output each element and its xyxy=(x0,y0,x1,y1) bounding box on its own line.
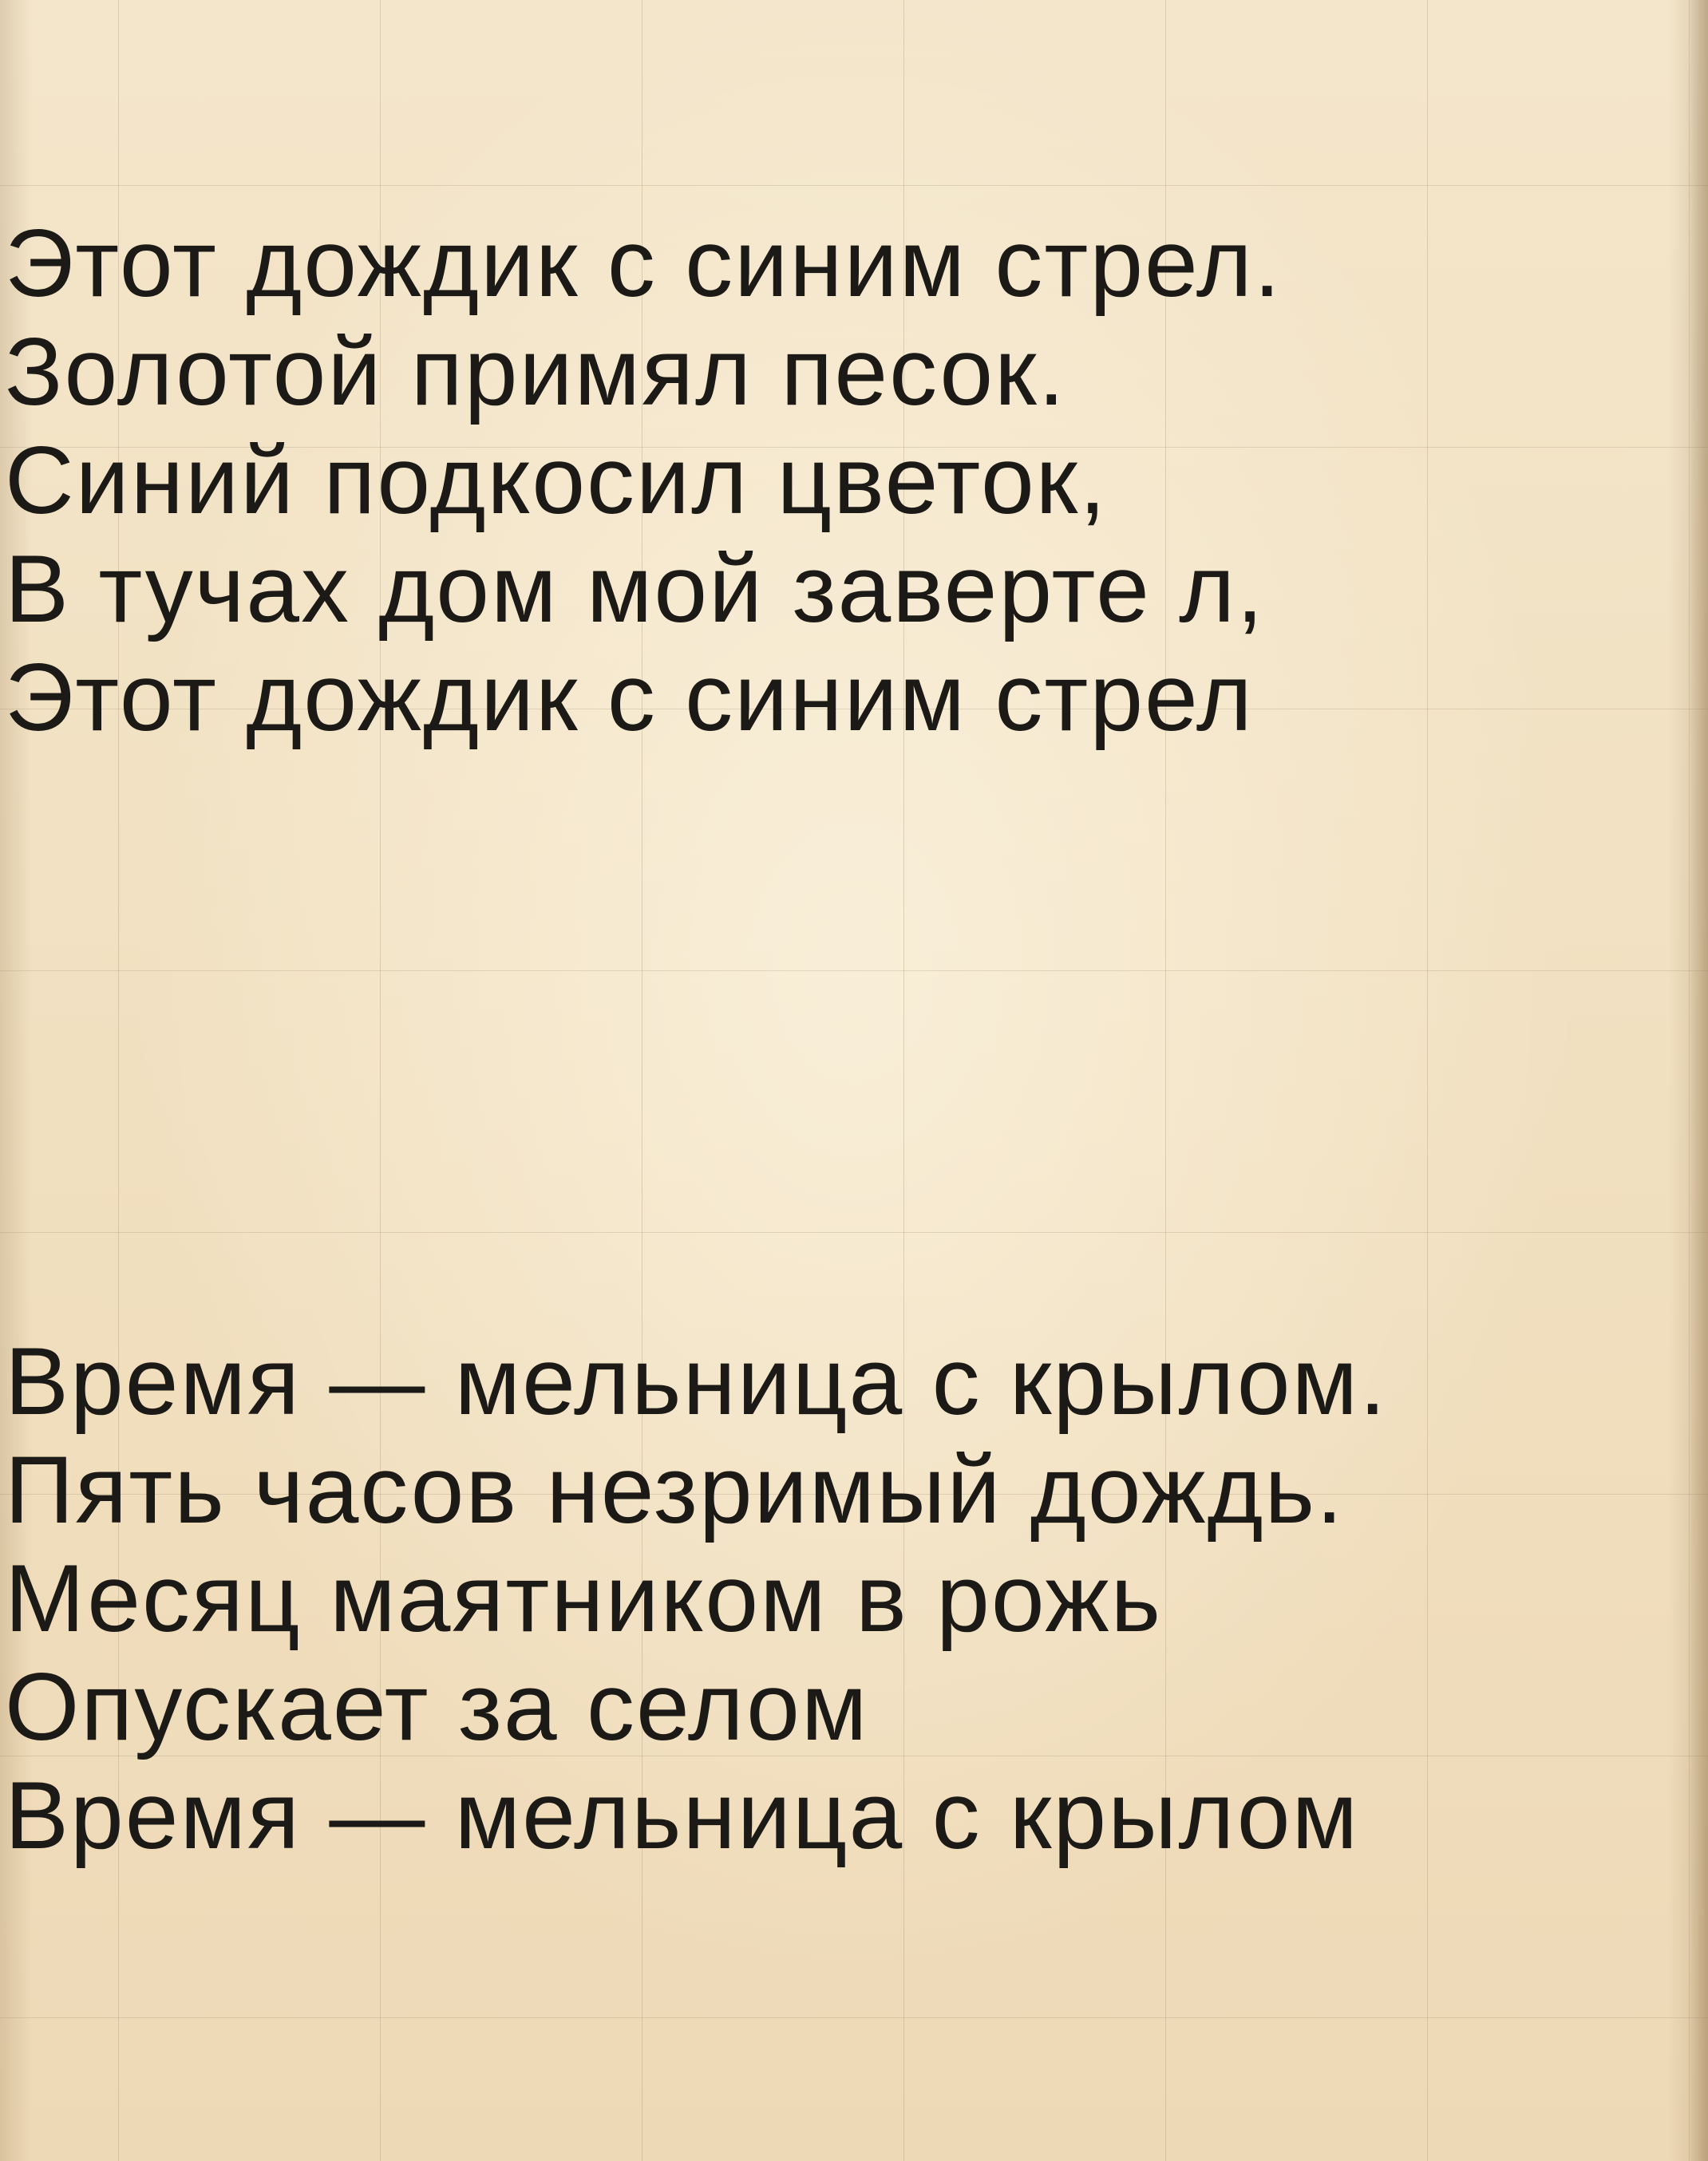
stanza-2-line-3: Месяц маятником в рожь xyxy=(5,1545,1163,1652)
stanza-1-line-5: Этот дождик с синим стрел xyxy=(5,644,1254,751)
stanza-1-line-4: В тучах дом мой заверте л, xyxy=(5,535,1265,642)
stanza-1-line-1: Этот дождик с синим стрел. xyxy=(5,210,1283,317)
paper-edge-shadow xyxy=(1690,0,1708,2161)
stanza-1: Этот дождик с синим стрел. Золотой примя… xyxy=(5,209,1282,752)
stanza-2-line-4: Опускает за селом xyxy=(5,1653,869,1760)
stanza-2-line-2: Пять часов незримый дождь. xyxy=(5,1436,1345,1543)
stanza-1-line-3: Синий подкосил цветок, xyxy=(5,427,1108,534)
stanza-2-line-1: Время — мельница с крылом. xyxy=(5,1328,1388,1435)
stanza-2: Время — мельница с крылом. Пять часов не… xyxy=(5,1327,1387,1870)
stanza-2-line-5: Время — мельница с крылом xyxy=(5,1762,1360,1869)
stanza-1-line-2: Золотой примял песок. xyxy=(5,318,1067,425)
